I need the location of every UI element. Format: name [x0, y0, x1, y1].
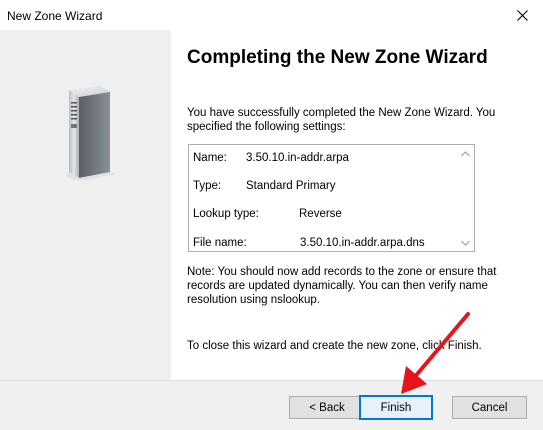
settings-value: Standard Primary: [246, 180, 336, 192]
intro-text: You have successfully completed the New …: [187, 107, 496, 133]
wizard-content: Completing the New Zone Wizard You have …: [171, 30, 543, 380]
chevron-down-icon: [461, 240, 470, 246]
new-zone-wizard-window: New Zone Wizard Completing the New Zone …: [0, 0, 543, 430]
button-bar: < Back Finish Cancel: [0, 381, 543, 430]
settings-value: 3.50.10.in-addr.arpa: [246, 152, 349, 164]
settings-label: Name:: [193, 152, 227, 164]
scroll-down-button[interactable]: [457, 234, 474, 251]
chevron-up-icon: [461, 150, 470, 156]
vertical-scrollbar[interactable]: [457, 145, 474, 251]
settings-label: Lookup type:: [193, 208, 259, 220]
settings-label: File name:: [193, 237, 247, 249]
close-icon: [516, 9, 528, 21]
close-button[interactable]: [501, 0, 543, 30]
settings-value: 3.50.10.in-addr.arpa.dns: [300, 237, 425, 249]
wizard-side-panel: [0, 30, 171, 380]
note-text: Note: You should now add records to the …: [187, 266, 497, 306]
finish-button[interactable]: Finish: [359, 395, 433, 420]
title-bar: New Zone Wizard: [0, 0, 543, 30]
scroll-up-button[interactable]: [457, 145, 474, 162]
settings-value: Reverse: [299, 208, 342, 220]
window-title: New Zone Wizard: [7, 9, 103, 23]
cancel-button[interactable]: Cancel: [452, 396, 527, 419]
page-title: Completing the New Zone Wizard: [187, 47, 488, 68]
settings-label: Type:: [193, 180, 222, 192]
server-icon: [66, 86, 116, 180]
back-button[interactable]: < Back: [289, 396, 365, 419]
close-instruction-text: To close this wizard and create the new …: [187, 340, 482, 352]
settings-summary-box[interactable]: Name: 3.50.10.in-addr.arpa Type: Standar…: [188, 144, 475, 252]
